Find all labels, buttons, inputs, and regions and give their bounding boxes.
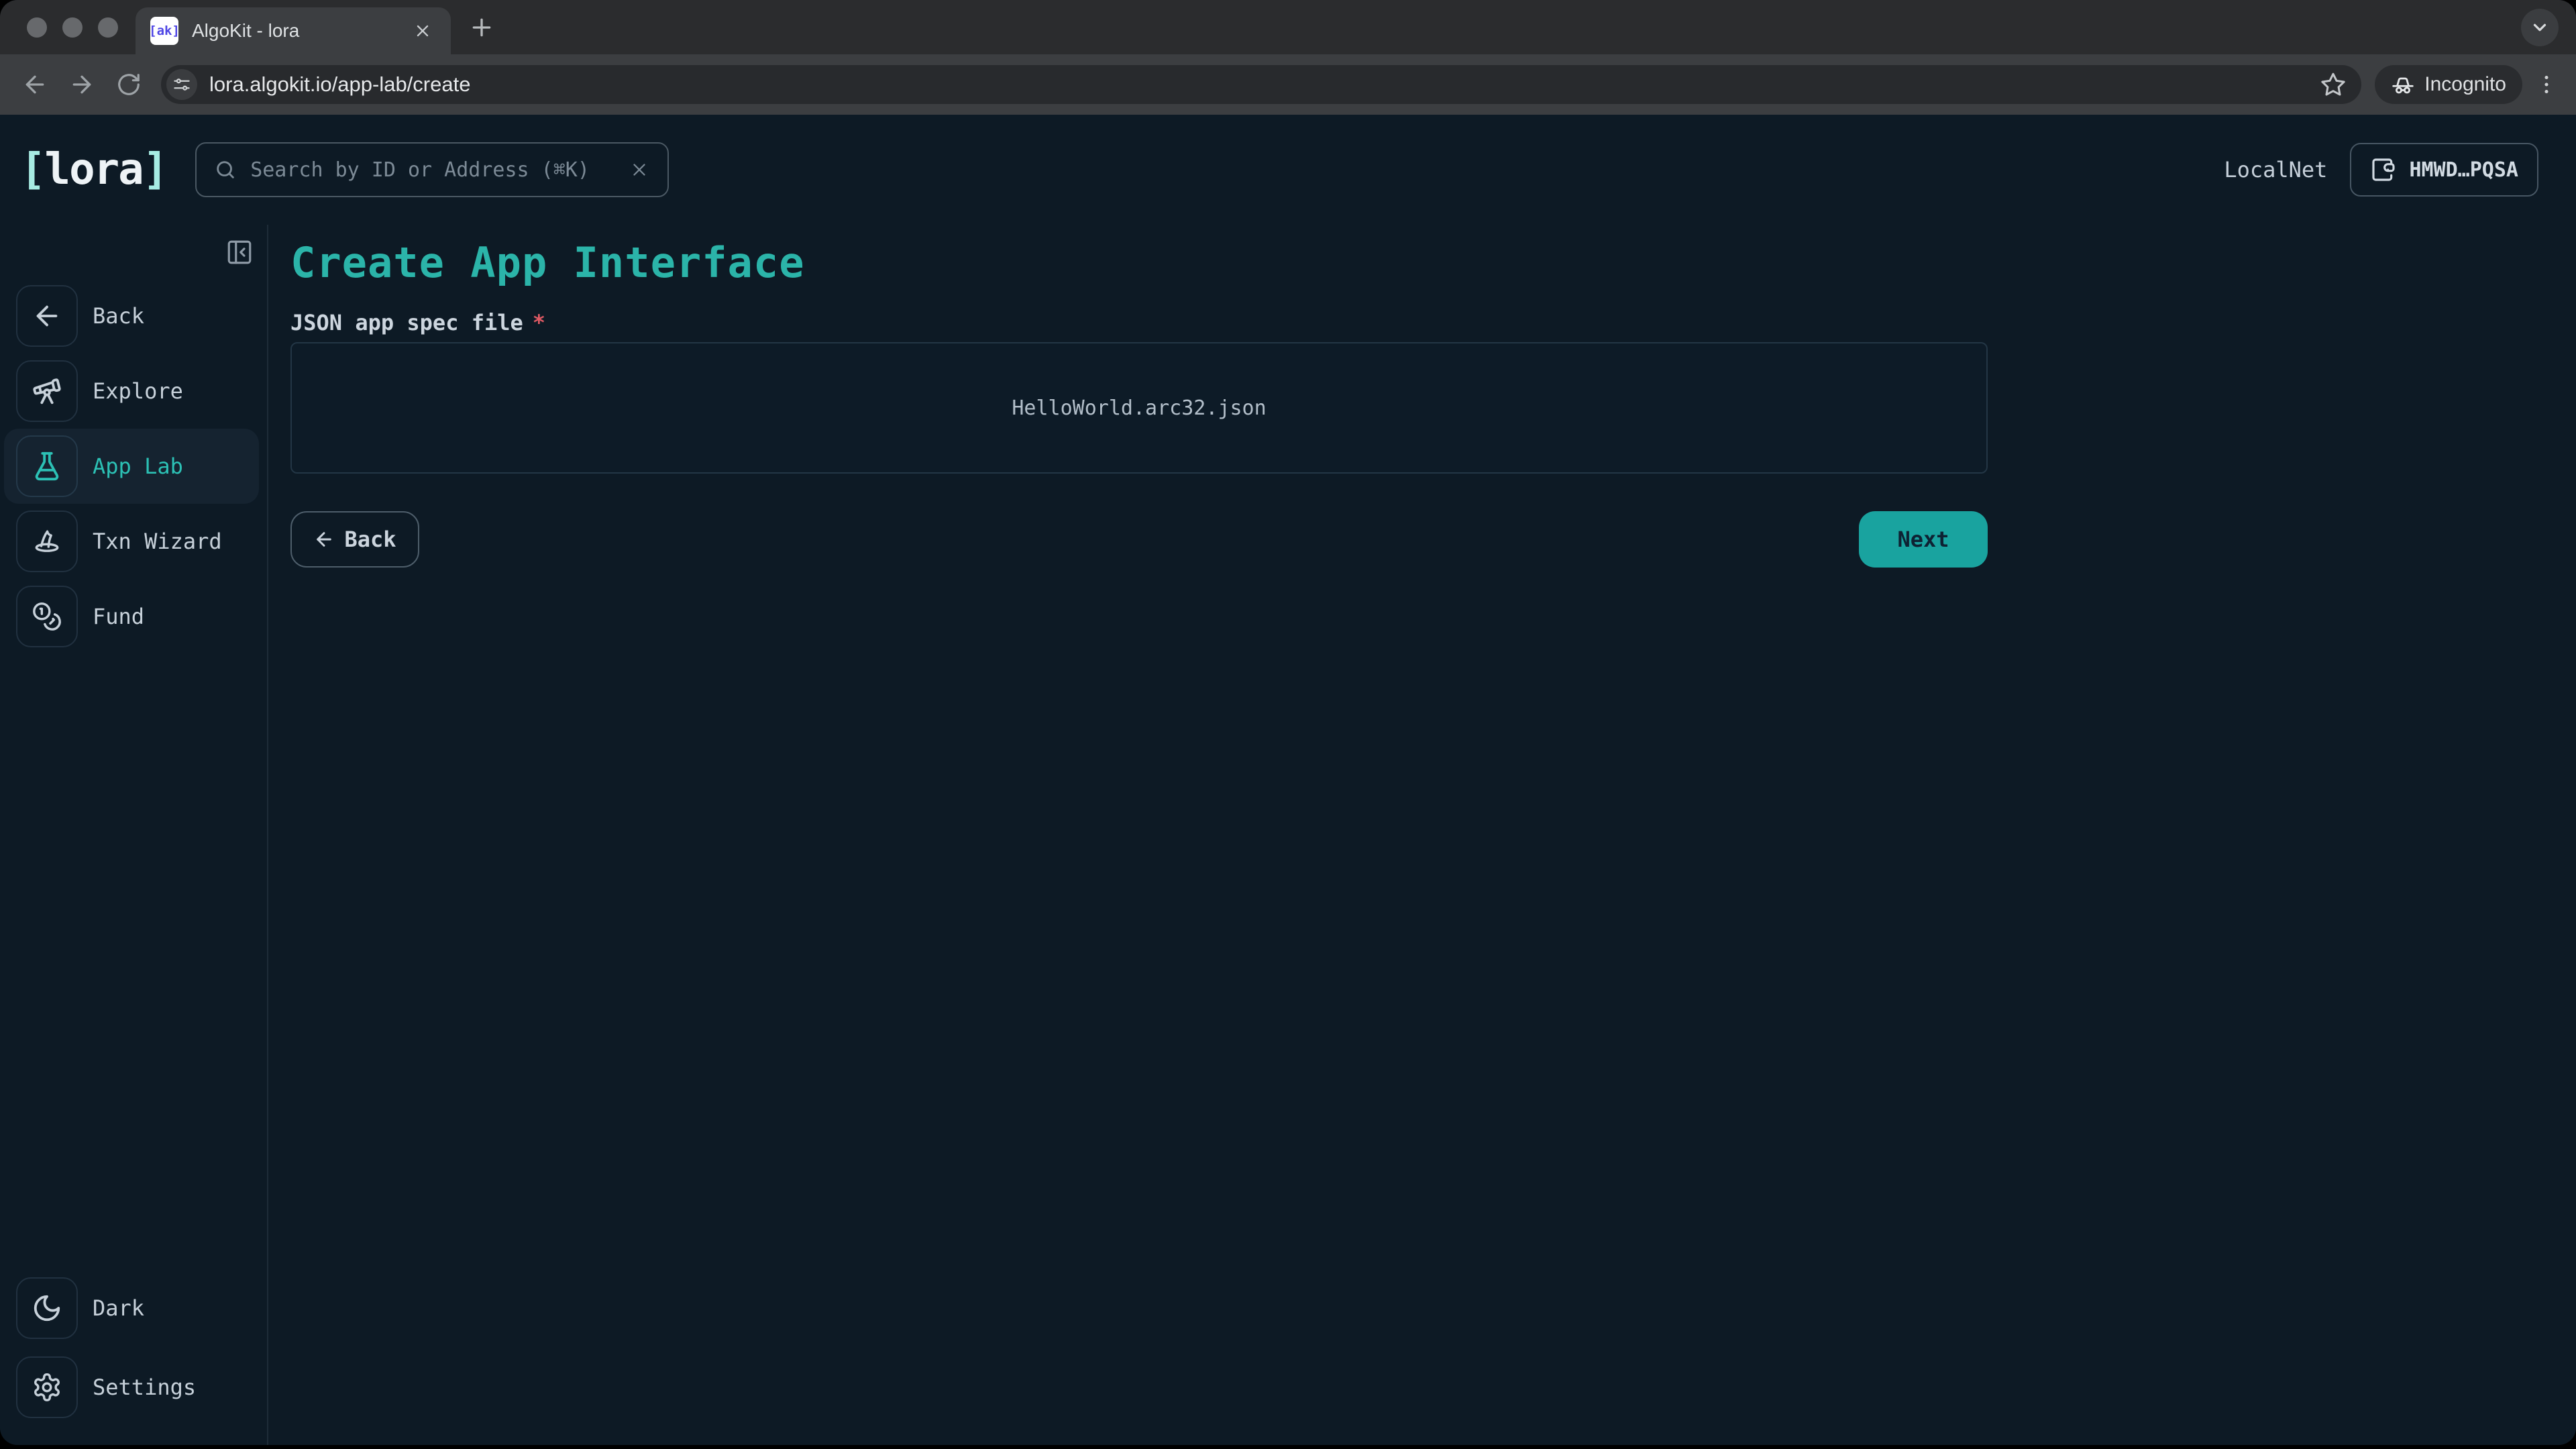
wallet-address: HMWD…PQSA (2409, 158, 2518, 182)
site-settings-button[interactable] (166, 69, 197, 100)
page-title: Create App Interface (290, 238, 2576, 287)
app-header: [lora] Search by ID or Address (⌘K) Loca… (0, 115, 2576, 225)
browser-tab[interactable]: [ak] AlgoKit - lora (136, 7, 451, 54)
network-label[interactable]: LocalNet (2224, 157, 2327, 182)
collapse-sidebar-button[interactable] (224, 237, 255, 268)
window-controls (0, 17, 136, 38)
next-button[interactable]: Next (1859, 511, 1988, 568)
wizard-hat-icon (16, 511, 78, 572)
browser-window: [ak] AlgoKit - lora lora.algokit (0, 0, 2576, 1445)
uploaded-file-name: HelloWorld.arc32.json (1012, 396, 1266, 420)
sidebar-item-label: App Lab (93, 453, 183, 479)
lora-logo[interactable]: [lora] (20, 145, 167, 195)
tab-search-button[interactable] (2521, 9, 2559, 46)
back-nav-button[interactable] (16, 66, 54, 103)
lora-app: [lora] Search by ID or Address (⌘K) Loca… (0, 115, 2576, 1445)
more-vertical-icon (2534, 72, 2559, 97)
reload-icon (116, 72, 142, 97)
clear-search-icon[interactable] (629, 159, 650, 180)
sidebar-item-label: Txn Wizard (93, 529, 222, 554)
chevron-down-icon (2530, 17, 2550, 38)
sidebar-item-label: Fund (93, 604, 144, 629)
telescope-icon (16, 360, 78, 422)
sidebar-item-label: Dark (93, 1295, 144, 1321)
reload-button[interactable] (110, 66, 148, 103)
sidebar-item-label: Back (93, 303, 144, 329)
sidebar-item-theme-dark[interactable]: Dark (0, 1277, 267, 1339)
sidebar-nav: Back Explore App Lab (0, 285, 267, 647)
search-input[interactable]: Search by ID or Address (⌘K) (195, 142, 669, 197)
close-window-button[interactable] (27, 17, 47, 38)
search-placeholder: Search by ID or Address (⌘K) (250, 158, 629, 182)
bookmark-star-icon[interactable] (2318, 70, 2348, 99)
tune-icon (172, 75, 191, 94)
sidebar-item-back[interactable]: Back (0, 285, 267, 347)
sidebar-item-txn-wizard[interactable]: Txn Wizard (0, 511, 267, 572)
zoom-window-button[interactable] (98, 17, 118, 38)
sidebar-spacer (0, 647, 267, 1260)
back-button[interactable]: Back (290, 511, 419, 568)
tab-close-icon[interactable] (409, 17, 436, 44)
sidebar-footer: Dark Settings (0, 1277, 267, 1418)
tab-title: AlgoKit - lora (192, 20, 396, 42)
coins-icon (16, 586, 78, 647)
flask-icon (16, 435, 78, 497)
search-icon (214, 158, 237, 181)
incognito-icon (2391, 72, 2415, 97)
new-tab-button[interactable] (463, 9, 500, 46)
arrow-right-icon (68, 71, 95, 98)
main-content: Create App Interface JSON app spec file*… (268, 225, 2576, 1445)
browser-menu-button[interactable] (2533, 66, 2560, 103)
required-marker: * (533, 310, 545, 335)
url-text[interactable]: lora.algokit.io/app-lab/create (209, 72, 2318, 97)
forward-nav-button[interactable] (63, 66, 101, 103)
arrow-left-icon (16, 285, 78, 347)
incognito-badge: Incognito (2375, 65, 2522, 104)
tab-favicon: [ak] (150, 17, 178, 45)
sidebar-item-fund[interactable]: Fund (0, 586, 267, 647)
arrow-left-icon (21, 71, 48, 98)
sidebar-item-explore[interactable]: Explore (0, 360, 267, 422)
sidebar: Back Explore App Lab (0, 225, 268, 1445)
sidebar-item-label: Settings (93, 1375, 196, 1400)
sidebar-item-app-lab[interactable]: App Lab (4, 429, 259, 504)
wallet-icon (2370, 156, 2397, 183)
arrow-left-icon (313, 529, 335, 550)
form-actions: Back Next (290, 511, 1988, 568)
sidebar-item-label: Explore (93, 378, 183, 404)
panel-collapse-icon (225, 238, 254, 266)
gear-icon (16, 1356, 78, 1418)
address-bar[interactable]: lora.algokit.io/app-lab/create (161, 65, 2361, 104)
wallet-button[interactable]: HMWD…PQSA (2350, 143, 2538, 197)
minimize-window-button[interactable] (62, 17, 83, 38)
sidebar-item-settings[interactable]: Settings (0, 1356, 267, 1418)
moon-icon (16, 1277, 78, 1339)
app-body: Back Explore App Lab (0, 225, 2576, 1445)
tab-strip: [ak] AlgoKit - lora (0, 0, 2576, 54)
file-dropzone[interactable]: HelloWorld.arc32.json (290, 342, 1988, 474)
field-label: JSON app spec file* (290, 310, 2576, 335)
incognito-label: Incognito (2424, 73, 2506, 96)
browser-toolbar: lora.algokit.io/app-lab/create Incognito (0, 54, 2576, 115)
